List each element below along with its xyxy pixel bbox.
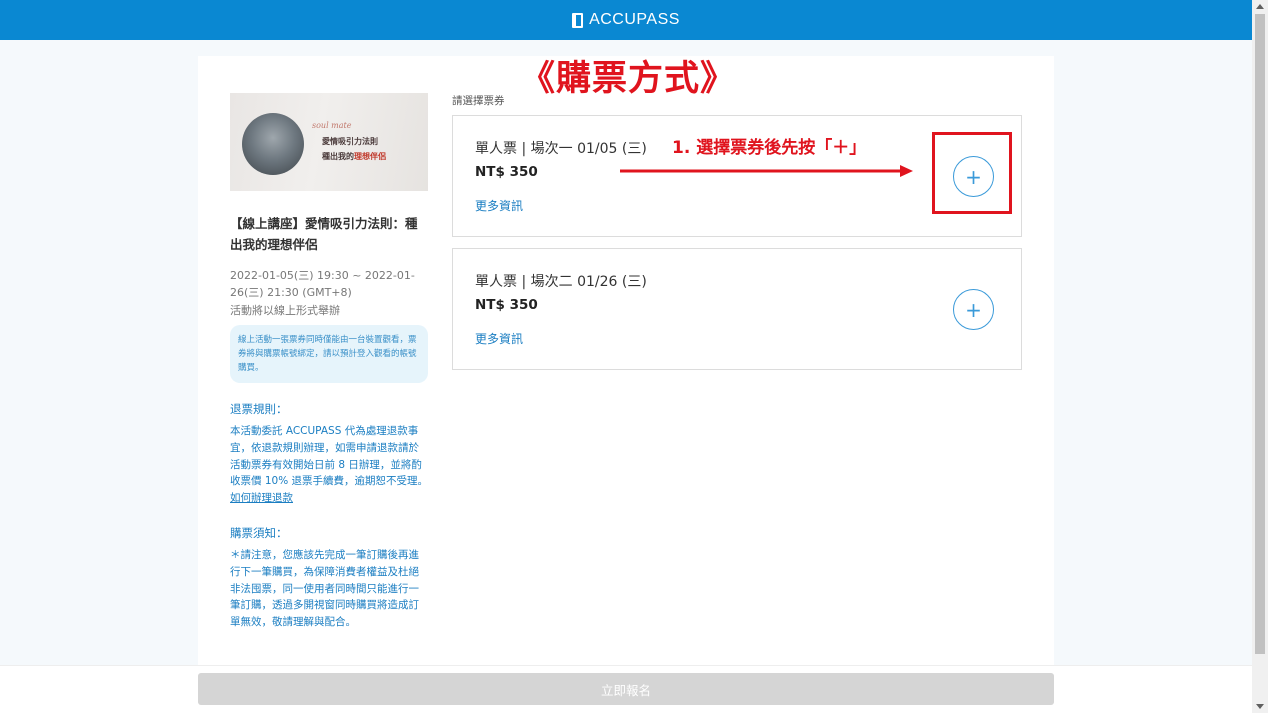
add-ticket-button[interactable]: + xyxy=(953,289,994,330)
annotation-highlight-box xyxy=(932,132,1012,214)
annotation-arrow-icon xyxy=(620,165,913,177)
ticket-price: NT$ 350 xyxy=(475,297,538,313)
ticket-more-info-link[interactable]: 更多資訊 xyxy=(475,330,523,347)
annotation-text: 1. 選擇票券後先按「＋」 xyxy=(672,138,867,158)
ticket-name: 單人票 | 場次二 01/26 (三) xyxy=(475,274,647,290)
ticket-card: 單人票 | 場次二 01/26 (三) NT$ 350 更多資訊 + xyxy=(452,248,1022,370)
select-ticket-label: 請選擇票券 xyxy=(452,95,505,107)
banner-line2: 種出我的理想伴侶 xyxy=(322,151,386,162)
refund-heading: 退票規則： xyxy=(230,402,288,416)
event-title: 【線上講座】愛情吸引力法則：種出我的理想伴侶 xyxy=(230,216,418,252)
brand-name: ACCUPASS xyxy=(589,11,680,28)
purchase-heading: 購票須知： xyxy=(230,525,288,540)
banner-line2-highlight: 理想伴侶 xyxy=(354,151,386,161)
banner-line2-prefix: 種出我的 xyxy=(322,151,354,161)
event-date: 2022-01-05(三) 19:30 ~ 2022-01-26(三) 21:3… xyxy=(230,269,415,299)
scroll-up-arrow-icon[interactable] xyxy=(1256,4,1264,9)
purchase-body: ＊請注意，您應該先完成一筆訂購後再進行下一筆購買，為保障消費者權益及杜絕非法囤票… xyxy=(230,548,419,629)
page-scrollbar[interactable] xyxy=(1252,0,1268,713)
banner-script-text: soul mate xyxy=(312,121,352,130)
event-info-panel: soul mate 愛情吸引力法則 種出我的理想伴侶 【線上講座】愛情吸引力法則… xyxy=(230,93,428,631)
refund-howto-link[interactable]: 如何辦理退款 xyxy=(230,492,293,504)
ticket-price: NT$ 350 xyxy=(475,164,538,180)
ticket-name: 單人票 | 場次一 01/05 (三) xyxy=(475,141,647,157)
online-notice: 線上活動一張票券同時僅能由一台裝置觀看，票券將與購票帳號綁定，請以預計登入觀看的… xyxy=(230,325,428,383)
ticket-panel: 請選擇票券 單人票 | 場次一 01/05 (三) NT$ 350 更多資訊 +… xyxy=(452,93,1022,370)
banner-line1: 愛情吸引力法則 xyxy=(322,136,378,146)
event-banner-image: soul mate 愛情吸引力法則 種出我的理想伴侶 xyxy=(230,93,428,191)
scroll-thumb[interactable] xyxy=(1255,14,1265,654)
banner-couple-photo xyxy=(242,113,304,175)
event-mode: 活動將以線上形式舉辦 xyxy=(230,304,340,317)
register-now-button[interactable]: 立即報名 xyxy=(198,673,1054,705)
accupass-logo[interactable]: ACCUPASS xyxy=(572,11,680,29)
plus-icon: + xyxy=(965,297,982,322)
refund-body: 本活動委託 ACCUPASS 代為處理退款事宜，依退款規則辦理，如需申請退款請於… xyxy=(230,423,428,507)
ticket-more-info-link[interactable]: 更多資訊 xyxy=(475,197,523,214)
accupass-logo-icon xyxy=(572,12,584,28)
scroll-down-arrow-icon[interactable] xyxy=(1256,704,1264,709)
refund-text: 本活動委託 ACCUPASS 代為處理退款事宜，依退款規則辦理，如需申請退款請於… xyxy=(230,425,429,488)
top-header: ACCUPASS xyxy=(0,0,1252,40)
